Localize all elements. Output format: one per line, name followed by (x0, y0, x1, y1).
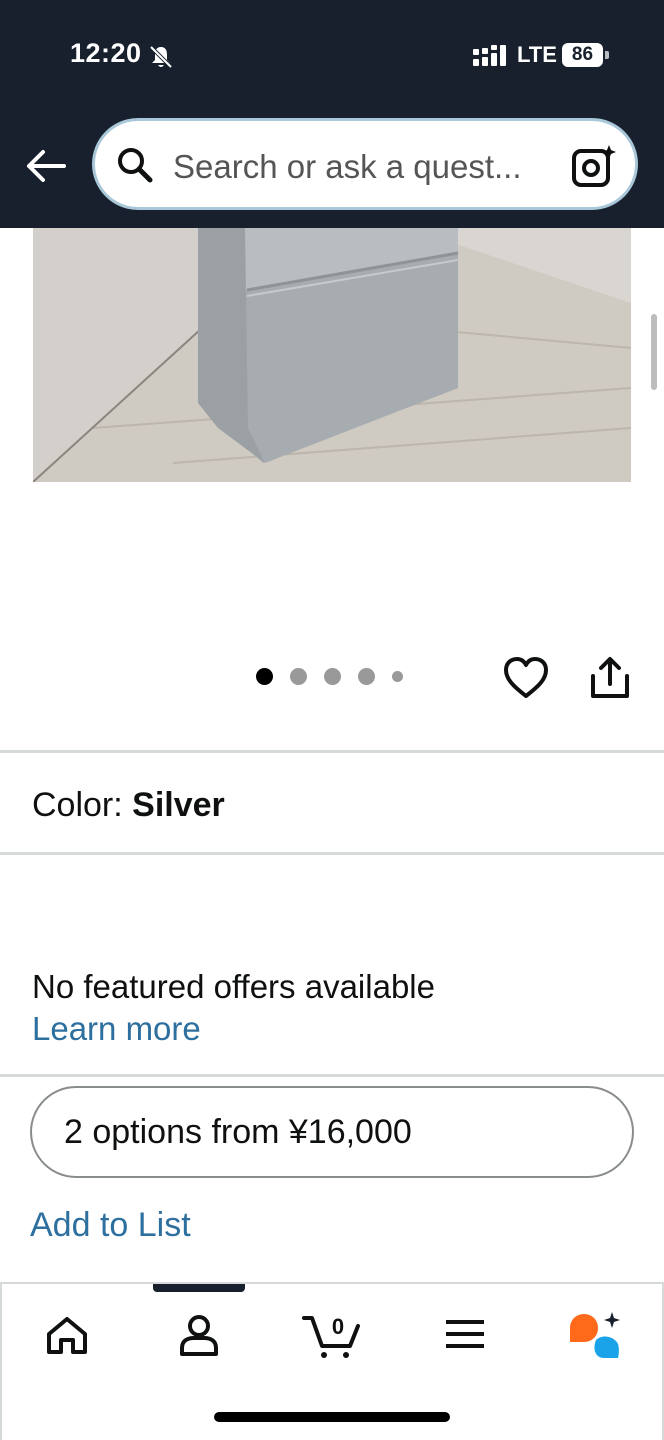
arrow-left-icon (27, 150, 66, 182)
pagination-dot[interactable] (324, 668, 341, 685)
color-value: Silver (132, 786, 225, 824)
pagination-dot[interactable] (392, 671, 403, 682)
product-image[interactable] (33, 228, 631, 482)
home-icon[interactable] (42, 1310, 92, 1360)
back-button[interactable] (20, 140, 72, 192)
cart-count: 0 (332, 1314, 344, 1339)
menu-icon[interactable] (440, 1310, 490, 1360)
options-button-label: 2 options from ¥16,000 (64, 1113, 412, 1151)
refrigerator-photo (33, 228, 631, 482)
app-header: 12:20 LTE 86 Search or ask a quest... (0, 0, 664, 228)
status-time: 12:20 (70, 38, 142, 68)
rufus-icon[interactable] (566, 1310, 624, 1360)
heart-icon[interactable] (503, 656, 549, 700)
pagination-dot[interactable] (358, 668, 375, 685)
battery-indicator: 86 (562, 43, 610, 67)
search-input[interactable]: Search or ask a quest... (173, 148, 522, 186)
divider (0, 1074, 664, 1077)
pagination-dot[interactable] (290, 668, 307, 685)
cart-icon[interactable]: 0 (302, 1310, 364, 1360)
share-icon[interactable] (589, 656, 631, 700)
options-button[interactable]: 2 options from ¥16,000 (30, 1086, 634, 1178)
account-icon[interactable] (174, 1310, 224, 1360)
divider (0, 750, 664, 753)
color-selector[interactable]: Color: Silver (32, 786, 225, 825)
scrollbar[interactable] (651, 314, 657, 390)
battery-level: 86 (571, 44, 594, 65)
active-tab-indicator (153, 1284, 245, 1292)
home-indicator[interactable] (214, 1412, 450, 1422)
search-bar[interactable]: Search or ask a quest... (92, 118, 638, 210)
camera-search-icon[interactable] (571, 143, 617, 189)
signal-icon (473, 45, 506, 66)
divider (0, 852, 664, 855)
image-pagination[interactable] (256, 668, 403, 685)
search-icon (118, 148, 153, 183)
color-label: Color: (32, 786, 123, 824)
pagination-dot[interactable] (256, 668, 273, 685)
learn-more-link[interactable]: Learn more (32, 1010, 201, 1048)
no-offers-text: No featured offers available (32, 968, 435, 1005)
bell-muted-icon (149, 45, 173, 69)
add-to-list-link[interactable]: Add to List (30, 1206, 191, 1245)
network-type: LTE (517, 42, 557, 67)
